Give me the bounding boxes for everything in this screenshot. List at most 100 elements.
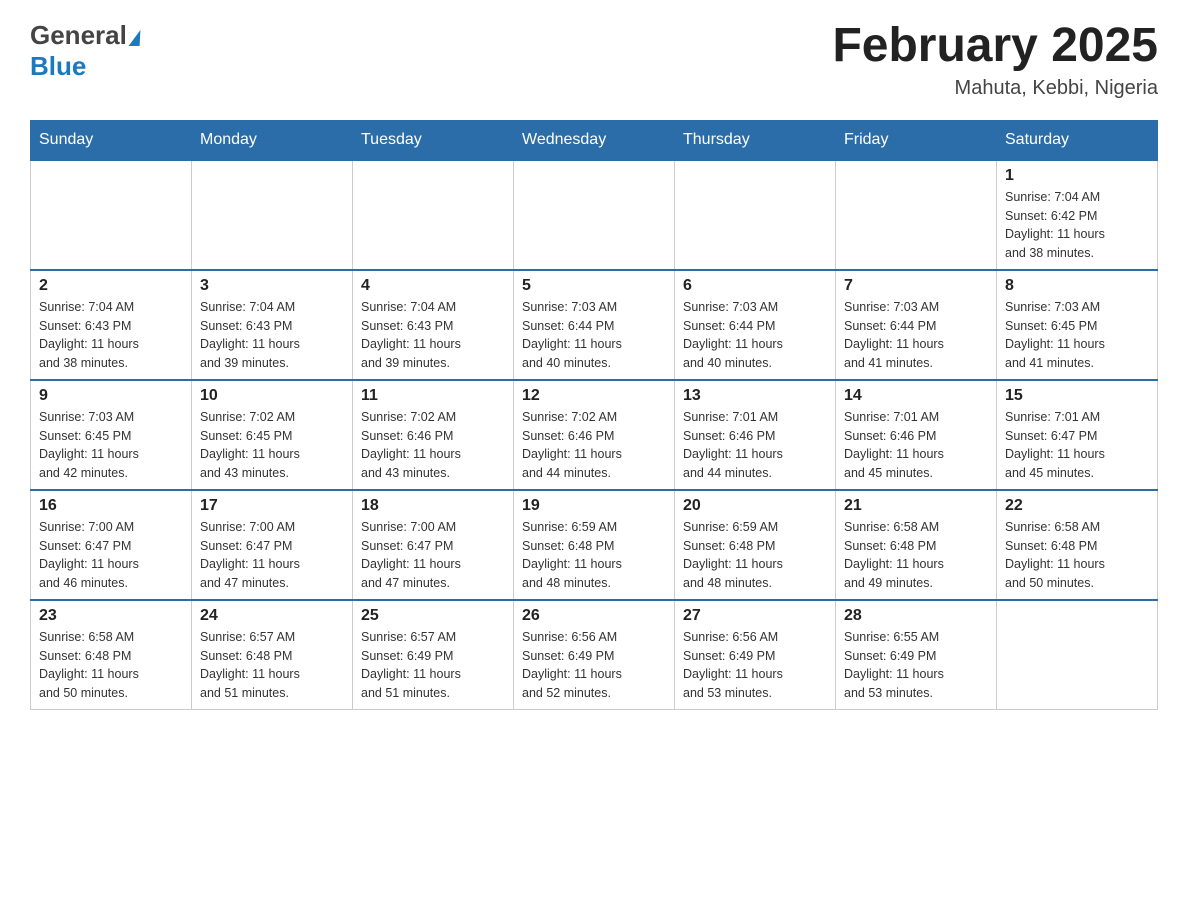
calendar-week-row: 16 Sunrise: 7:00 AMSunset: 6:47 PMDayligh… xyxy=(31,490,1158,600)
day-info-text: Sunrise: 7:03 AMSunset: 6:44 PMDaylight:… xyxy=(522,298,666,373)
day-number: 12 xyxy=(522,387,666,405)
calendar-cell: 27 Sunrise: 6:56 AMSunset: 6:49 PMDayligh… xyxy=(675,600,836,710)
calendar-cell: 13Sunrise: 7:01 AMSunset: 6:46 PMDayligh… xyxy=(675,380,836,490)
day-info-text: Sunrise: 7:04 AMSunset: 6:42 PMDaylight:… xyxy=(1005,188,1149,263)
day-info-text: Sunrise: 6:58 AMSunset: 6:48 PMDaylight:… xyxy=(39,628,183,703)
day-number: 1 xyxy=(1005,167,1149,185)
day-info-text: Sunrise: 7:04 AMSunset: 6:43 PMDaylight:… xyxy=(361,298,505,373)
calendar-cell: 20 Sunrise: 6:59 AMSunset: 6:48 PMDayligh… xyxy=(675,490,836,600)
calendar-cell: 28Sunrise: 6:55 AMSunset: 6:49 PMDayligh… xyxy=(836,600,997,710)
day-number: 26 xyxy=(522,607,666,625)
calendar-cell: 24 Sunrise: 6:57 AMSunset: 6:48 PMDayligh… xyxy=(192,600,353,710)
calendar-cell xyxy=(997,600,1158,710)
calendar-week-row: 23 Sunrise: 6:58 AMSunset: 6:48 PMDayligh… xyxy=(31,600,1158,710)
day-number: 10 xyxy=(200,387,344,405)
logo: General Blue xyxy=(30,20,141,82)
day-info-text: Sunrise: 7:01 AMSunset: 6:46 PMDaylight:… xyxy=(683,408,827,483)
day-info-text: Sunrise: 7:04 AMSunset: 6:43 PMDaylight:… xyxy=(39,298,183,373)
calendar-cell: 6 Sunrise: 7:03 AMSunset: 6:44 PMDaylight… xyxy=(675,270,836,380)
calendar-cell: 7 Sunrise: 7:03 AMSunset: 6:44 PMDaylight… xyxy=(836,270,997,380)
calendar-week-row: 2 Sunrise: 7:04 AMSunset: 6:43 PMDaylight… xyxy=(31,270,1158,380)
day-info-text: Sunrise: 6:59 AMSunset: 6:48 PMDaylight:… xyxy=(683,518,827,593)
day-number: 19 xyxy=(522,497,666,515)
calendar-cell: 2 Sunrise: 7:04 AMSunset: 6:43 PMDaylight… xyxy=(31,270,192,380)
calendar-cell: 5 Sunrise: 7:03 AMSunset: 6:44 PMDaylight… xyxy=(514,270,675,380)
day-info-text: Sunrise: 7:02 AMSunset: 6:45 PMDaylight:… xyxy=(200,408,344,483)
day-number: 5 xyxy=(522,277,666,295)
calendar-cell: 14 Sunrise: 7:01 AMSunset: 6:46 PMDayligh… xyxy=(836,380,997,490)
calendar-cell: 19Sunrise: 6:59 AMSunset: 6:48 PMDayligh… xyxy=(514,490,675,600)
header-right: February 2025 Mahuta, Kebbi, Nigeria xyxy=(832,20,1158,100)
calendar-cell: 25 Sunrise: 6:57 AMSunset: 6:49 PMDayligh… xyxy=(353,600,514,710)
calendar-cell xyxy=(31,160,192,270)
day-number: 27 xyxy=(683,607,827,625)
day-number: 21 xyxy=(844,497,988,515)
day-number: 15 xyxy=(1005,387,1149,405)
calendar-cell xyxy=(353,160,514,270)
day-number: 8 xyxy=(1005,277,1149,295)
weekday-header-tuesday: Tuesday xyxy=(353,120,514,160)
weekday-header-friday: Friday xyxy=(836,120,997,160)
day-info-text: Sunrise: 7:04 AMSunset: 6:43 PMDaylight:… xyxy=(200,298,344,373)
weekday-header-wednesday: Wednesday xyxy=(514,120,675,160)
day-info-text: Sunrise: 7:00 AMSunset: 6:47 PMDaylight:… xyxy=(361,518,505,593)
day-info-text: Sunrise: 7:03 AMSunset: 6:44 PMDaylight:… xyxy=(683,298,827,373)
day-info-text: Sunrise: 6:56 AMSunset: 6:49 PMDaylight:… xyxy=(683,628,827,703)
calendar-cell: 22Sunrise: 6:58 AMSunset: 6:48 PMDayligh… xyxy=(997,490,1158,600)
calendar-cell: 4 Sunrise: 7:04 AMSunset: 6:43 PMDaylight… xyxy=(353,270,514,380)
calendar-cell: 12Sunrise: 7:02 AMSunset: 6:46 PMDayligh… xyxy=(514,380,675,490)
day-number: 6 xyxy=(683,277,827,295)
day-info-text: Sunrise: 7:03 AMSunset: 6:44 PMDaylight:… xyxy=(844,298,988,373)
day-info-text: Sunrise: 7:02 AMSunset: 6:46 PMDaylight:… xyxy=(361,408,505,483)
day-number: 11 xyxy=(361,387,505,405)
calendar-cell: 21Sunrise: 6:58 AMSunset: 6:48 PMDayligh… xyxy=(836,490,997,600)
day-info-text: Sunrise: 7:01 AMSunset: 6:47 PMDaylight:… xyxy=(1005,408,1149,483)
logo-blue-text: Blue xyxy=(30,51,86,81)
day-info-text: Sunrise: 6:55 AMSunset: 6:49 PMDaylight:… xyxy=(844,628,988,703)
day-number: 3 xyxy=(200,277,344,295)
day-info-text: Sunrise: 6:57 AMSunset: 6:48 PMDaylight:… xyxy=(200,628,344,703)
day-number: 16 xyxy=(39,497,183,515)
weekday-header-sunday: Sunday xyxy=(31,120,192,160)
day-info-text: Sunrise: 7:03 AMSunset: 6:45 PMDaylight:… xyxy=(39,408,183,483)
calendar-cell xyxy=(192,160,353,270)
day-info-text: Sunrise: 6:57 AMSunset: 6:49 PMDaylight:… xyxy=(361,628,505,703)
calendar-cell: 9 Sunrise: 7:03 AMSunset: 6:45 PMDaylight… xyxy=(31,380,192,490)
day-number: 23 xyxy=(39,607,183,625)
day-number: 9 xyxy=(39,387,183,405)
calendar-cell: 15 Sunrise: 7:01 AMSunset: 6:47 PMDayligh… xyxy=(997,380,1158,490)
day-info-text: Sunrise: 6:56 AMSunset: 6:49 PMDaylight:… xyxy=(522,628,666,703)
day-number: 7 xyxy=(844,277,988,295)
day-number: 25 xyxy=(361,607,505,625)
calendar-header-row: SundayMondayTuesdayWednesdayThursdayFrid… xyxy=(31,120,1158,160)
day-number: 2 xyxy=(39,277,183,295)
weekday-header-thursday: Thursday xyxy=(675,120,836,160)
calendar-cell: 16 Sunrise: 7:00 AMSunset: 6:47 PMDayligh… xyxy=(31,490,192,600)
day-info-text: Sunrise: 7:01 AMSunset: 6:46 PMDaylight:… xyxy=(844,408,988,483)
day-number: 14 xyxy=(844,387,988,405)
calendar-cell: 1 Sunrise: 7:04 AMSunset: 6:42 PMDaylight… xyxy=(997,160,1158,270)
day-number: 17 xyxy=(200,497,344,515)
page-header: General Blue February 2025 Mahuta, Kebbi… xyxy=(30,20,1158,100)
weekday-header-saturday: Saturday xyxy=(997,120,1158,160)
logo-general-text: General xyxy=(30,20,127,51)
calendar-cell: 17 Sunrise: 7:00 AMSunset: 6:47 PMDayligh… xyxy=(192,490,353,600)
calendar-cell xyxy=(836,160,997,270)
day-number: 4 xyxy=(361,277,505,295)
day-info-text: Sunrise: 7:03 AMSunset: 6:45 PMDaylight:… xyxy=(1005,298,1149,373)
calendar-cell: 11 Sunrise: 7:02 AMSunset: 6:46 PMDayligh… xyxy=(353,380,514,490)
day-number: 20 xyxy=(683,497,827,515)
calendar-cell: 18Sunrise: 7:00 AMSunset: 6:47 PMDayligh… xyxy=(353,490,514,600)
calendar-cell: 26 Sunrise: 6:56 AMSunset: 6:49 PMDayligh… xyxy=(514,600,675,710)
calendar-week-row: 9 Sunrise: 7:03 AMSunset: 6:45 PMDaylight… xyxy=(31,380,1158,490)
day-number: 24 xyxy=(200,607,344,625)
location-text: Mahuta, Kebbi, Nigeria xyxy=(832,77,1158,100)
day-info-text: Sunrise: 7:00 AMSunset: 6:47 PMDaylight:… xyxy=(200,518,344,593)
logo-triangle-icon xyxy=(128,30,142,46)
calendar-cell xyxy=(675,160,836,270)
calendar-cell xyxy=(514,160,675,270)
day-info-text: Sunrise: 6:58 AMSunset: 6:48 PMDaylight:… xyxy=(1005,518,1149,593)
calendar-cell: 10 Sunrise: 7:02 AMSunset: 6:45 PMDayligh… xyxy=(192,380,353,490)
day-info-text: Sunrise: 7:00 AMSunset: 6:47 PMDaylight:… xyxy=(39,518,183,593)
calendar-cell: 8 Sunrise: 7:03 AMSunset: 6:45 PMDaylight… xyxy=(997,270,1158,380)
